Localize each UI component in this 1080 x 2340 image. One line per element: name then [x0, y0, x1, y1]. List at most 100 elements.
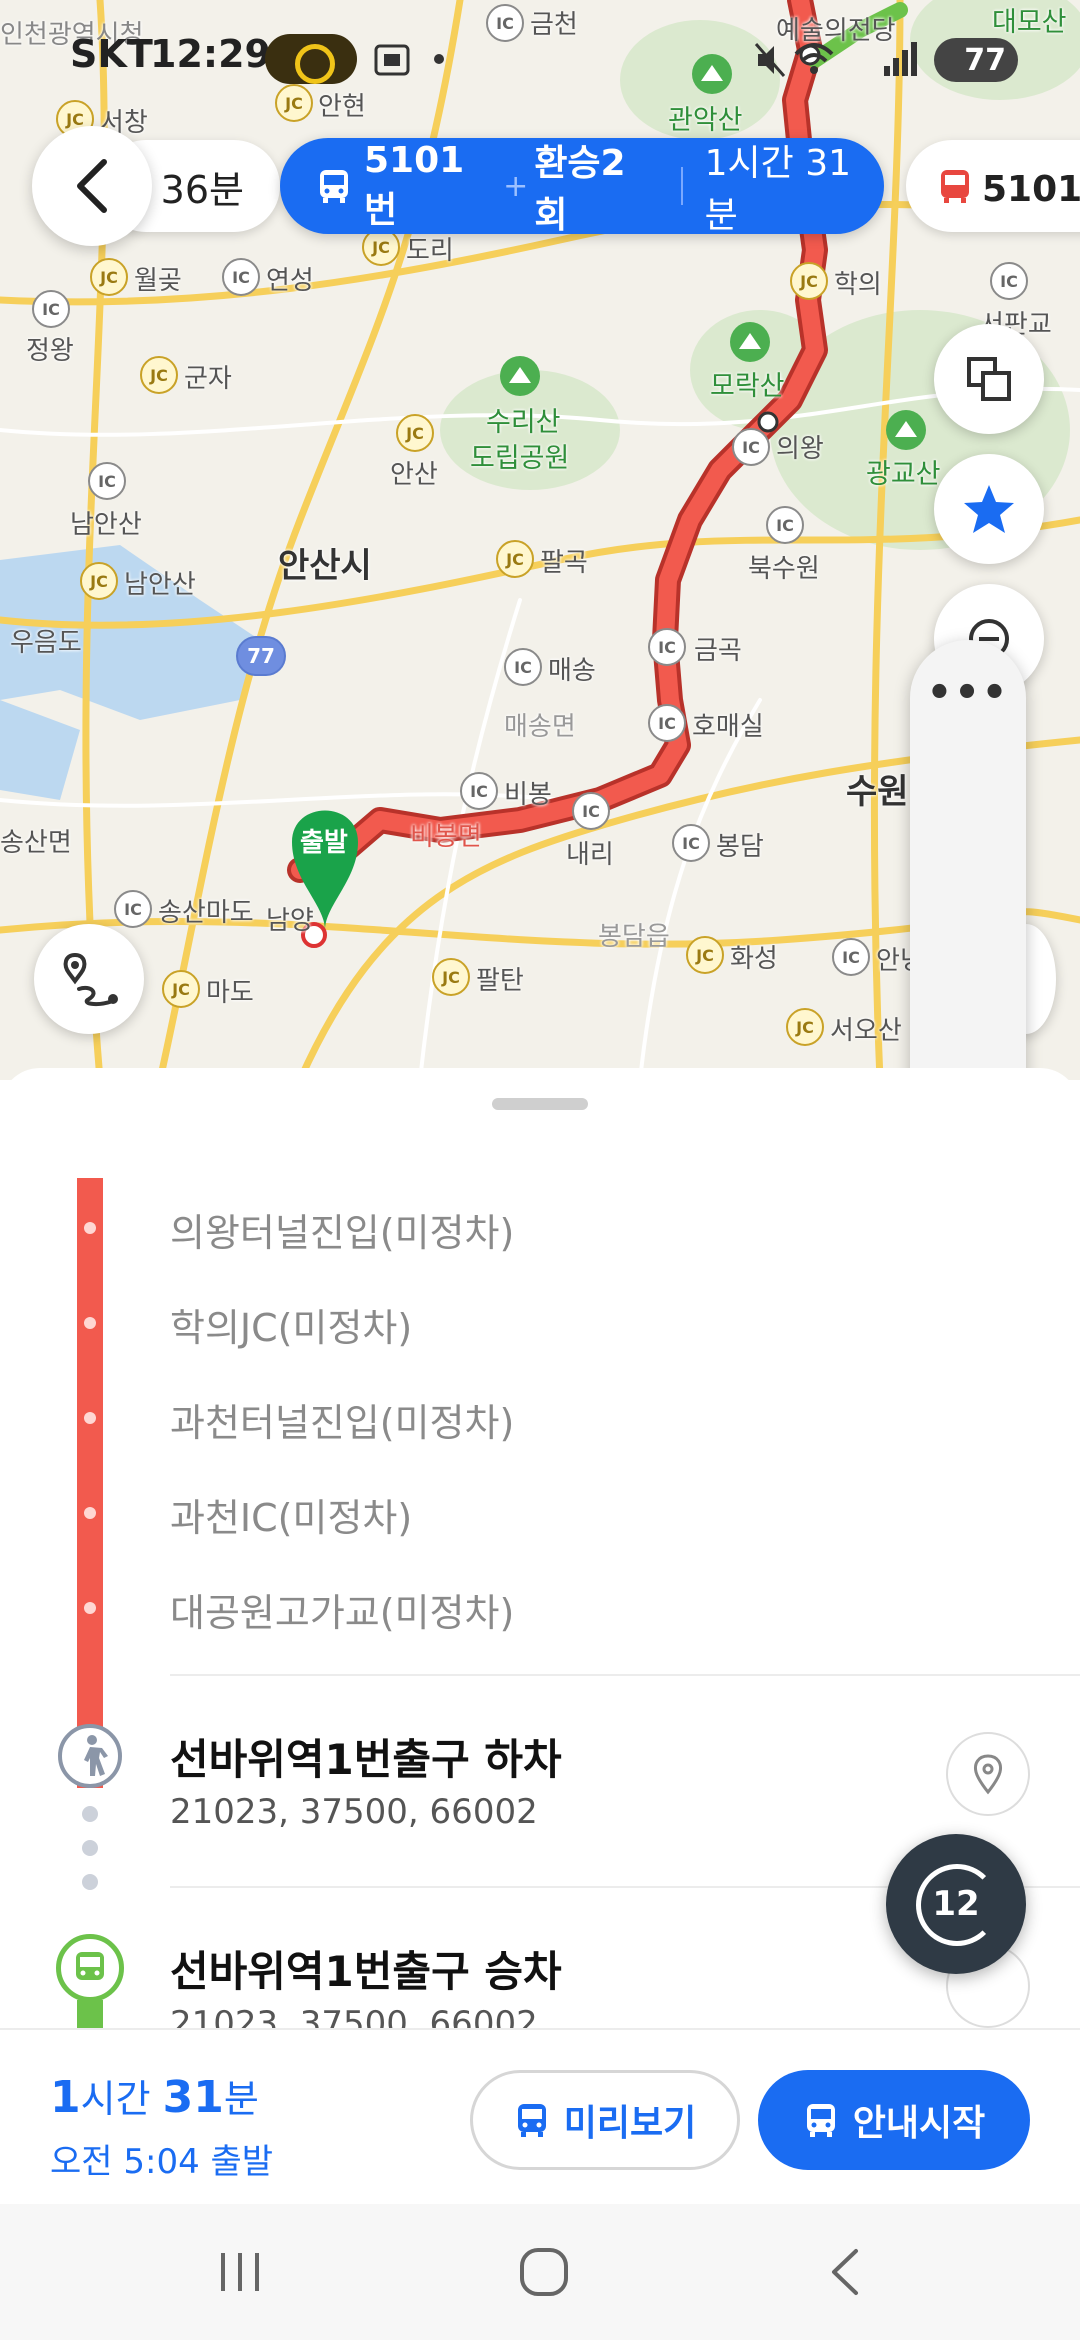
bus-segment-line-green: [77, 2000, 103, 2028]
map-label: 화성: [730, 944, 778, 974]
notification-dot: [434, 54, 444, 64]
mute-icon: [754, 43, 786, 77]
map-label: 금곡: [694, 636, 742, 666]
map-label: 비봉: [504, 780, 552, 810]
sheet-handle[interactable]: [492, 1098, 588, 1110]
layer-button[interactable]: [934, 324, 1044, 434]
walk-icon: [58, 1724, 122, 1788]
divider: [680, 167, 683, 205]
map-label: 우음도: [10, 628, 82, 658]
refresh-countdown: 12: [932, 1884, 980, 1924]
map-label: 매송: [548, 656, 596, 686]
preview-label: 미리보기: [563, 2103, 697, 2144]
home-icon: [520, 2248, 568, 2296]
duration-minutes-unit: 분: [223, 2077, 259, 2121]
intermediate-stop: 대공원고가교(미정차): [170, 1591, 515, 1635]
mountain-icon: [886, 410, 926, 450]
map-label: 내리: [566, 840, 614, 870]
system-nav-bar: [0, 2204, 1080, 2340]
layers-icon: [967, 357, 1011, 401]
duration-hours: 1: [50, 2072, 81, 2123]
walk-dot: [82, 1840, 98, 1856]
alight-station-routes: 21023, 37500, 66002: [170, 1792, 538, 1832]
jc-marker: JC: [790, 262, 828, 300]
signal-icon: [884, 42, 917, 76]
location-pin-icon: [974, 1754, 1002, 1795]
jc-marker: JC: [686, 936, 724, 974]
ic-marker: IC: [222, 258, 260, 296]
start-label: 안내시작: [852, 2103, 986, 2144]
preview-button[interactable]: 미리보기: [470, 2070, 740, 2170]
map-label: 송산마도: [158, 898, 254, 928]
star-icon: [964, 485, 1014, 533]
mountain-icon: [500, 356, 540, 396]
more-icon[interactable]: •••: [910, 670, 1026, 716]
map-label: 남안산: [70, 510, 142, 540]
map-label: 의왕: [776, 434, 824, 464]
carrier-label: SKT: [70, 32, 153, 76]
screen-recorder-icon: [265, 34, 357, 84]
back-button[interactable]: [32, 126, 152, 246]
bus-icon: [941, 170, 969, 203]
ic-marker: IC: [460, 772, 498, 810]
ic-marker: IC: [648, 704, 686, 742]
map-label: 마도: [206, 978, 254, 1008]
map-label: 월곶: [134, 266, 182, 296]
board-station-title: 선바위역1번출구 승차: [170, 1947, 562, 1996]
map-label: 광교산: [866, 459, 941, 490]
clock: 12:29: [150, 32, 271, 76]
map-label: 매송면: [504, 712, 576, 742]
action-bar: 1시간 31분 오전 5:04 출발 미리보기 안내시작: [0, 2028, 1080, 2204]
map-label: 팔곡: [540, 548, 588, 578]
road-number-marker: 77: [236, 636, 286, 676]
recent-apps-button[interactable]: [180, 2234, 300, 2310]
duration-hours-unit: 시간: [80, 2077, 151, 2121]
ic-marker: IC: [832, 938, 870, 976]
status-bar: SKT 12:29 77: [0, 0, 1080, 120]
route-option-next[interactable]: 5101번: [906, 140, 1080, 232]
departure-time: 오전 5:04 출발: [50, 2142, 274, 2182]
map-label: 정왕: [26, 336, 74, 366]
map-label: 모락산: [710, 371, 785, 402]
route-detail-button[interactable]: [34, 924, 144, 1034]
walk-dot: [82, 1806, 98, 1822]
favorite-button[interactable]: [934, 454, 1044, 564]
battery-indicator: 77: [934, 38, 1018, 82]
jc-marker: JC: [162, 970, 200, 1008]
route-option-selected[interactable]: 5101번 + 환승2회 1시간 31분: [280, 138, 884, 236]
home-button[interactable]: [484, 2234, 604, 2310]
map-label: 학의: [834, 270, 882, 300]
stop-dot: [84, 1222, 96, 1234]
map-label: 남안산: [124, 570, 196, 600]
board-station-routes: 21023, 37500, 66002: [170, 2004, 538, 2028]
jc-marker: JC: [140, 356, 178, 394]
ic-marker: IC: [732, 428, 770, 466]
back-arrow-icon: [77, 159, 107, 213]
bus-segment-line: [77, 1178, 103, 1788]
jc-marker: JC: [396, 414, 434, 452]
jc-marker: JC: [786, 1008, 824, 1046]
map-label: 봉담읍: [598, 922, 670, 952]
refresh-button[interactable]: 12: [886, 1834, 1026, 1974]
map-label: 호매실: [692, 712, 764, 742]
map-label: 남양: [266, 906, 314, 936]
jc-marker: JC: [90, 258, 128, 296]
alight-location-button[interactable]: [946, 1732, 1030, 1816]
start-navigation-button[interactable]: 안내시작: [758, 2070, 1030, 2170]
intermediate-stop: 학의JC(미정차): [170, 1306, 413, 1350]
intermediate-stop: 과천터널진입(미정차): [170, 1401, 515, 1445]
ic-marker: IC: [88, 462, 126, 500]
map-label: 군자: [184, 364, 232, 394]
stop-dot: [84, 1507, 96, 1519]
start-pin-label: 출발: [300, 828, 348, 858]
jc-marker: JC: [80, 562, 118, 600]
route-duration: 1시간 31분: [704, 143, 852, 236]
wifi-icon: [794, 43, 834, 74]
intermediate-stop: 과천IC(미정차): [170, 1496, 413, 1540]
screenshot-icon: [374, 44, 410, 76]
next-bus-number: 5101번: [982, 169, 1080, 210]
stop-dot: [84, 1602, 96, 1614]
ic-marker: IC: [766, 506, 804, 544]
jc-marker: JC: [496, 540, 534, 578]
nav-back-button[interactable]: [786, 2234, 906, 2310]
